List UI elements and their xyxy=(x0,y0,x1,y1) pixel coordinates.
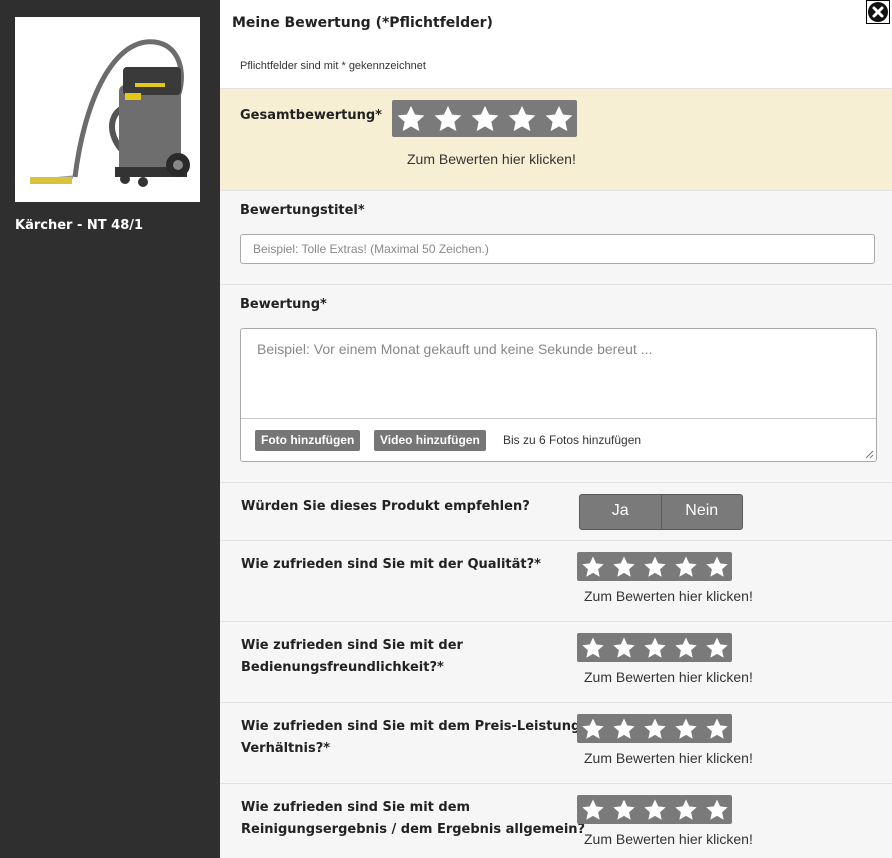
question-label-line: Wie zufrieden sind Sie mit der Qualität?… xyxy=(241,557,541,572)
star-icon[interactable] xyxy=(703,797,730,822)
star-icon[interactable] xyxy=(610,554,637,579)
review-text-label: Bewertung* xyxy=(240,297,327,312)
star-icon[interactable] xyxy=(579,554,606,579)
question-label: Wie zufrieden sind Sie mit der Bedienung… xyxy=(241,635,463,679)
star-icon[interactable] xyxy=(610,716,637,741)
photo-limit-note: Bis zu 6 Fotos hinzufügen xyxy=(503,433,642,447)
product-sidebar: Kärcher - NT 48/1 xyxy=(0,0,220,858)
recommend-yes-button[interactable]: Ja xyxy=(580,495,661,529)
star-icon[interactable] xyxy=(542,102,575,135)
recommend-toggle: Ja Nein xyxy=(579,494,743,530)
star-icon[interactable] xyxy=(579,635,606,660)
star-icon[interactable] xyxy=(672,554,699,579)
page-title: Meine Bewertung (*Pflichtfelder) xyxy=(232,15,493,31)
quality-star-rating[interactable] xyxy=(577,552,732,581)
star-icon[interactable] xyxy=(505,102,538,135)
overall-rating-hint: Zum Bewerten hier klicken! xyxy=(407,151,576,167)
star-icon[interactable] xyxy=(672,716,699,741)
review-title-input[interactable]: Beispiel: Tolle Extras! (Maximal 50 Zeic… xyxy=(240,234,875,264)
required-note: Pflichtfelder sind mit * gekennzeichnet xyxy=(240,60,426,72)
question-hint: Zum Bewerten hier klicken! xyxy=(584,588,753,604)
usability-star-rating[interactable] xyxy=(577,633,732,662)
close-icon xyxy=(868,2,888,22)
question-label-line: Bedienungsfreundlichkeit?* xyxy=(241,660,444,675)
review-title-section: Bewertungstitel* Beispiel: Tolle Extras!… xyxy=(220,190,892,284)
star-icon[interactable] xyxy=(610,635,637,660)
question-label: Wie zufrieden sind Sie mit dem Preis-Lei… xyxy=(241,716,593,760)
question-quality-section: Wie zufrieden sind Sie mit der Qualität?… xyxy=(220,540,892,621)
recommend-no-button[interactable]: Nein xyxy=(660,495,743,529)
star-icon[interactable] xyxy=(641,554,668,579)
review-title-label: Bewertungstitel* xyxy=(240,203,365,218)
value-star-rating[interactable] xyxy=(577,714,732,743)
star-icon[interactable] xyxy=(672,797,699,822)
question-label-line: Wie zufrieden sind Sie mit der xyxy=(241,638,463,653)
question-label-line: Wie zufrieden sind Sie mit dem Preis-Lei… xyxy=(241,719,594,734)
question-hint: Zum Bewerten hier klicken! xyxy=(584,750,753,766)
question-usability-section: Wie zufrieden sind Sie mit der Bedienung… xyxy=(220,621,892,702)
question-result-section: Wie zufrieden sind Sie mit dem Reinigung… xyxy=(220,783,892,858)
question-label: Wie zufrieden sind Sie mit dem Reinigung… xyxy=(241,797,585,841)
overall-rating-label: Gesamtbewertung* xyxy=(240,108,382,123)
overall-star-rating[interactable] xyxy=(392,100,577,137)
star-icon[interactable] xyxy=(579,716,606,741)
product-image xyxy=(15,17,200,202)
question-hint: Zum Bewerten hier klicken! xyxy=(584,831,753,847)
question-hint: Zum Bewerten hier klicken! xyxy=(584,669,753,685)
product-name: Kärcher - NT 48/1 xyxy=(15,218,144,233)
question-label: Wie zufrieden sind Sie mit der Qualität?… xyxy=(241,554,541,576)
add-video-button[interactable]: Video hinzufügen xyxy=(374,430,486,451)
star-icon[interactable] xyxy=(394,102,427,135)
result-star-rating[interactable] xyxy=(577,795,732,824)
star-icon[interactable] xyxy=(468,102,501,135)
star-icon[interactable] xyxy=(703,554,730,579)
overall-rating-section: Gesamtbewertung* Zum Bewerten hier klick… xyxy=(220,88,892,190)
close-button[interactable] xyxy=(866,0,890,24)
review-textarea[interactable]: Beispiel: Vor einem Monat gekauft und ke… xyxy=(241,329,876,419)
star-icon[interactable] xyxy=(579,797,606,822)
add-photo-button[interactable]: Foto hinzufügen xyxy=(255,430,361,451)
question-value-section: Wie zufrieden sind Sie mit dem Preis-Lei… xyxy=(220,702,892,783)
question-label-line: Wie zufrieden sind Sie mit dem xyxy=(241,800,471,815)
review-box: Beispiel: Vor einem Monat gekauft und ke… xyxy=(240,328,877,462)
recommend-label: Würden Sie dieses Produkt empfehlen? xyxy=(241,499,530,514)
star-icon[interactable] xyxy=(703,716,730,741)
star-icon[interactable] xyxy=(703,635,730,660)
star-icon[interactable] xyxy=(641,635,668,660)
question-label-line: Verhältnis?* xyxy=(241,741,331,756)
star-icon[interactable] xyxy=(610,797,637,822)
resize-grip-icon[interactable] xyxy=(865,450,874,459)
recommend-section: Würden Sie dieses Produkt empfehlen? Ja … xyxy=(220,482,892,540)
star-icon[interactable] xyxy=(641,716,668,741)
star-icon[interactable] xyxy=(641,797,668,822)
star-icon[interactable] xyxy=(672,635,699,660)
review-text-section: Bewertung* Beispiel: Vor einem Monat gek… xyxy=(220,284,892,482)
question-label-line: Reinigungsergebnis / dem Ergebnis allgem… xyxy=(241,822,586,837)
star-icon[interactable] xyxy=(431,102,464,135)
